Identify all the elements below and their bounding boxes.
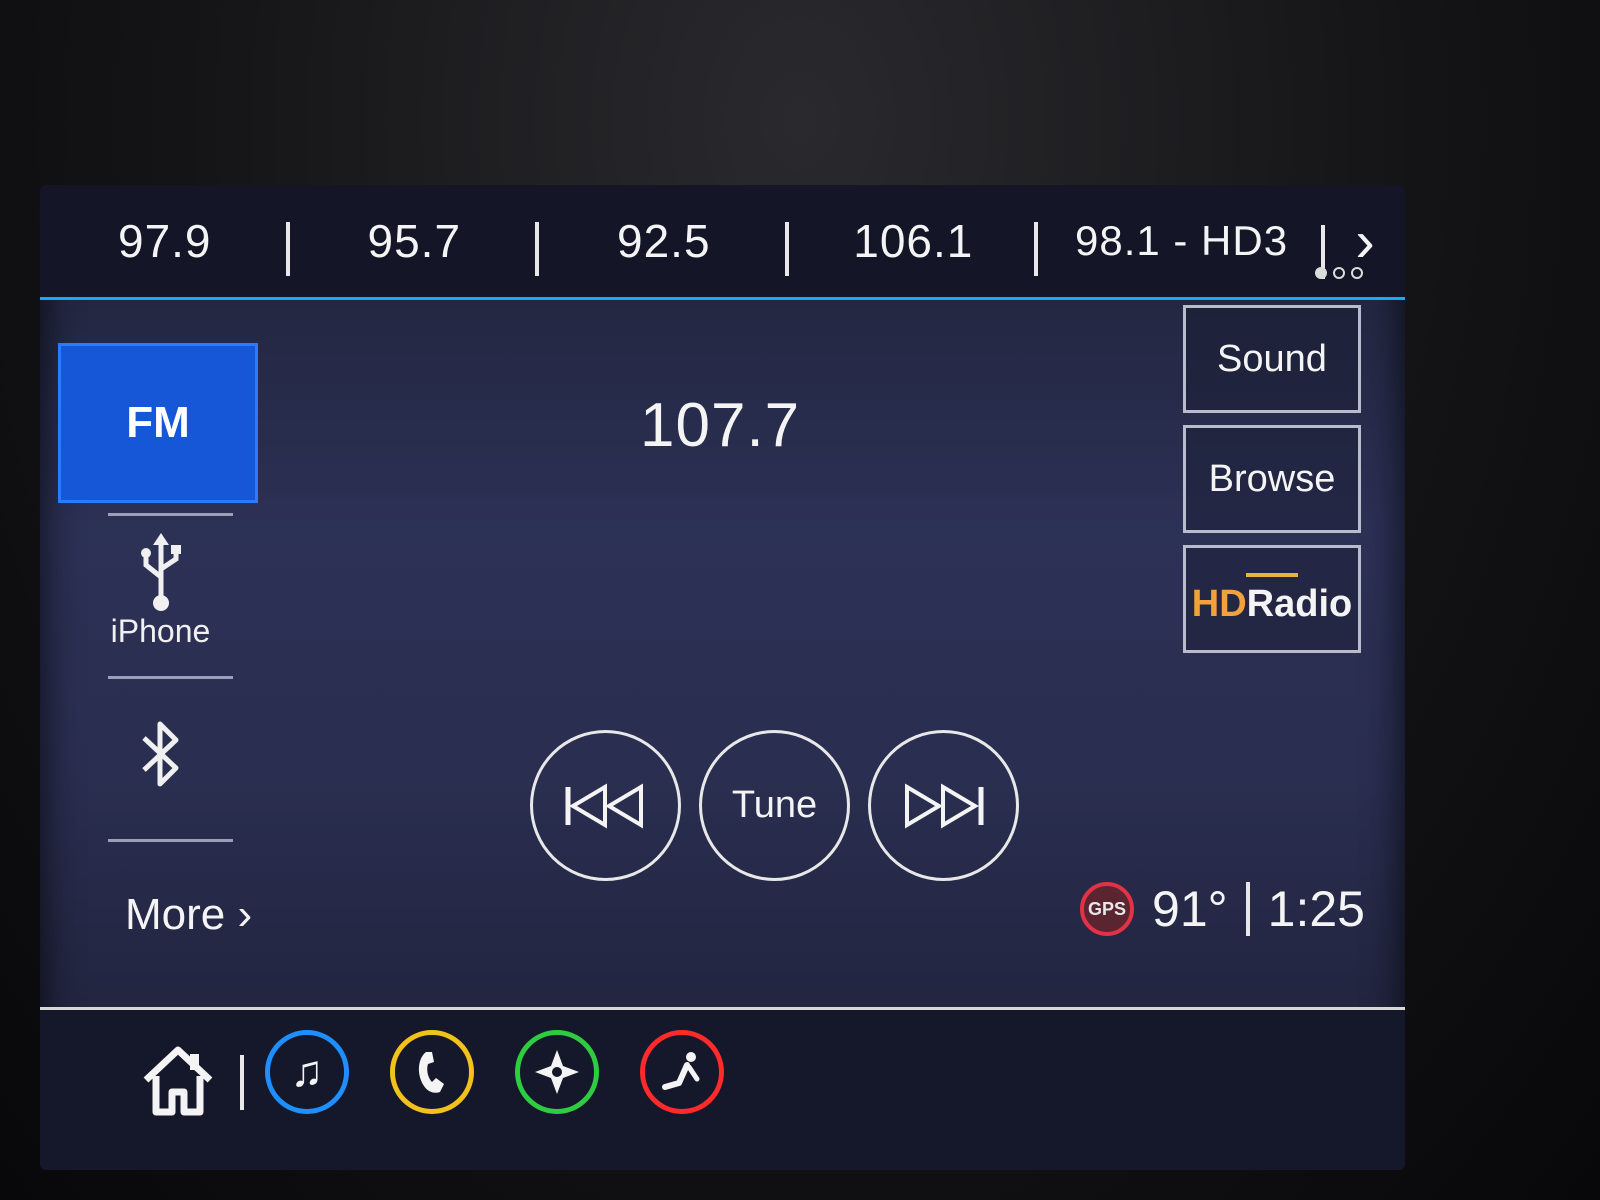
bottom-nav-bar: ♫ — [40, 1007, 1405, 1170]
sound-button[interactable]: Sound — [1183, 305, 1361, 413]
home-icon — [143, 1046, 213, 1116]
source-usb-button[interactable]: iPhone — [58, 516, 263, 666]
page-dot-1 — [1315, 267, 1327, 279]
bluetooth-icon — [141, 721, 178, 787]
tune-button[interactable]: Tune — [699, 730, 850, 881]
sound-label: Sound — [1217, 337, 1327, 380]
tuning-controls: Tune — [530, 730, 1019, 881]
status-separator — [1245, 882, 1250, 936]
browse-label: Browse — [1208, 457, 1336, 500]
navigation-nav-button[interactable] — [515, 1030, 599, 1114]
source-fm-label: FM — [126, 398, 190, 447]
hd-logo-suffix: Radio — [1246, 582, 1353, 625]
page-dot-2 — [1333, 267, 1345, 279]
gps-no-signal-icon: GPS — [1080, 882, 1135, 936]
page-dot-3 — [1351, 267, 1363, 279]
preset-5[interactable]: 98.1 - HD3 — [1038, 217, 1325, 279]
vehicle-nav-button[interactable] — [640, 1030, 724, 1114]
status-area: GPS 91° 1:25 — [1080, 880, 1365, 938]
source-fm-button[interactable]: FM — [58, 343, 258, 503]
hd-logo-prefix: HD — [1191, 582, 1247, 625]
infotainment-screen: 97.9 95.7 92.5 106.1 98.1 - HD3 › FM iPh… — [40, 185, 1405, 1170]
audio-nav-button[interactable]: ♫ — [265, 1030, 349, 1114]
browse-button[interactable]: Browse — [1183, 425, 1361, 533]
usb-icon — [140, 532, 181, 611]
outside-temperature: 91° — [1152, 881, 1228, 937]
current-station: 107.7 — [640, 391, 801, 460]
hd-radio-logo: HDRadio — [1191, 572, 1353, 626]
more-button[interactable]: More › — [125, 890, 252, 940]
seat-icon — [662, 1052, 700, 1090]
seek-forward-button[interactable] — [868, 730, 1019, 881]
seek-back-button[interactable] — [530, 730, 681, 881]
clock: 1:25 — [1267, 881, 1365, 937]
gps-label: GPS — [1088, 898, 1127, 919]
nav-separator — [240, 1055, 244, 1110]
seek-back-icon — [565, 782, 643, 829]
phone-nav-button[interactable] — [390, 1030, 474, 1114]
preset-4[interactable]: 106.1 — [789, 214, 1039, 276]
source-usb-label: iPhone — [110, 612, 211, 649]
preset-1[interactable]: 97.9 — [40, 214, 290, 276]
preset-bar: 97.9 95.7 92.5 106.1 98.1 - HD3 › — [40, 185, 1405, 300]
source-list: FM iPhone — [58, 343, 263, 842]
right-action-buttons: Sound Browse HDRadio — [1183, 305, 1363, 665]
chevron-right-icon[interactable]: › — [1325, 208, 1405, 275]
hd-radio-button[interactable]: HDRadio — [1183, 545, 1361, 653]
phone-icon — [418, 1052, 444, 1093]
music-note-icon: ♫ — [290, 1047, 324, 1096]
source-bluetooth-button[interactable] — [58, 679, 263, 829]
home-button[interactable] — [138, 1040, 218, 1120]
preset-2[interactable]: 95.7 — [290, 214, 540, 276]
preset-page-indicator — [1315, 267, 1363, 279]
hd-logo-bar — [1245, 572, 1298, 577]
preset-3[interactable]: 92.5 — [539, 214, 789, 276]
compass-icon — [535, 1050, 579, 1094]
tune-label: Tune — [731, 784, 818, 826]
seek-forward-icon — [904, 782, 983, 829]
divider — [108, 839, 233, 842]
